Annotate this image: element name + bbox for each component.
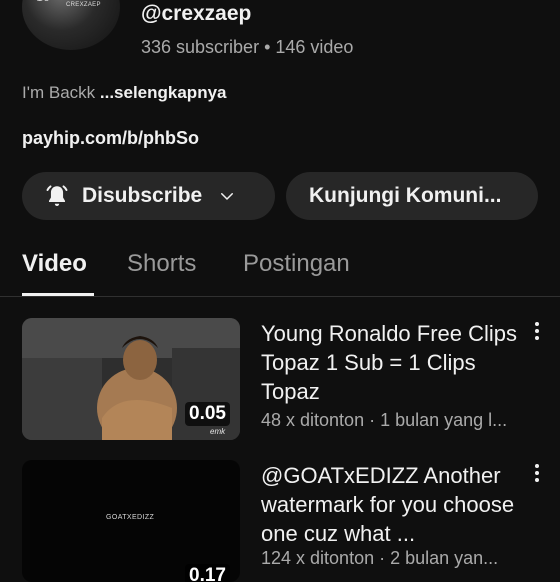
bio-text: I'm Backk: [22, 83, 100, 102]
channel-stats: 336 subscriber • 146 video: [141, 37, 354, 57]
channel-description[interactable]: I'm Backk ...selengkapnya: [22, 83, 227, 103]
visit-community-button[interactable]: Kunjungi Komuni...: [286, 172, 538, 220]
bell-icon: [46, 185, 68, 206]
video-duration: 0.17: [185, 564, 230, 582]
avatar-text: CREXZAEP: [66, 2, 101, 8]
thumbnail-watermark: emk: [210, 427, 226, 436]
chevron-down-icon: [221, 193, 234, 200]
channel-avatar[interactable]: 10 CREXZAEP: [22, 0, 120, 50]
tab-posts[interactable]: Postingan: [243, 250, 350, 278]
video-meta: 124 x ditonton · 2 bulan yan...: [261, 548, 499, 568]
thumbnail-watermark: GOATXEDIZZ: [106, 514, 155, 521]
video-duration: 0.05: [185, 402, 230, 426]
video-thumbnail[interactable]: emk 0.05: [22, 318, 240, 440]
tab-divider: [0, 296, 560, 297]
video-thumbnail[interactable]: GOATXEDIZZ 0.17: [22, 460, 240, 582]
tab-video[interactable]: Video: [22, 250, 87, 278]
channel-handle: @crexzaep: [141, 2, 252, 25]
visit-community-label: Kunjungi Komuni...: [309, 184, 502, 207]
tab-shorts[interactable]: Shorts: [127, 250, 196, 278]
more-vert-icon[interactable]: [530, 320, 544, 342]
more-vert-icon[interactable]: [530, 462, 544, 484]
avatar-jersey-number: 10: [36, 0, 50, 6]
read-more-link[interactable]: ...selengkapnya: [100, 83, 227, 102]
subscribed-label: Disubscribe: [82, 184, 203, 207]
subscribed-button[interactable]: Disubscribe: [22, 172, 275, 220]
video-title[interactable]: Young Ronaldo Free Clips Topaz 1 Sub = 1…: [261, 319, 523, 406]
video-meta: 48 x ditonton · 1 bulan yang l...: [261, 410, 508, 430]
channel-link[interactable]: payhip.com/b/phbSo: [22, 128, 199, 149]
video-title[interactable]: @GOATxEDIZZ Another watermark for you ch…: [261, 461, 523, 548]
